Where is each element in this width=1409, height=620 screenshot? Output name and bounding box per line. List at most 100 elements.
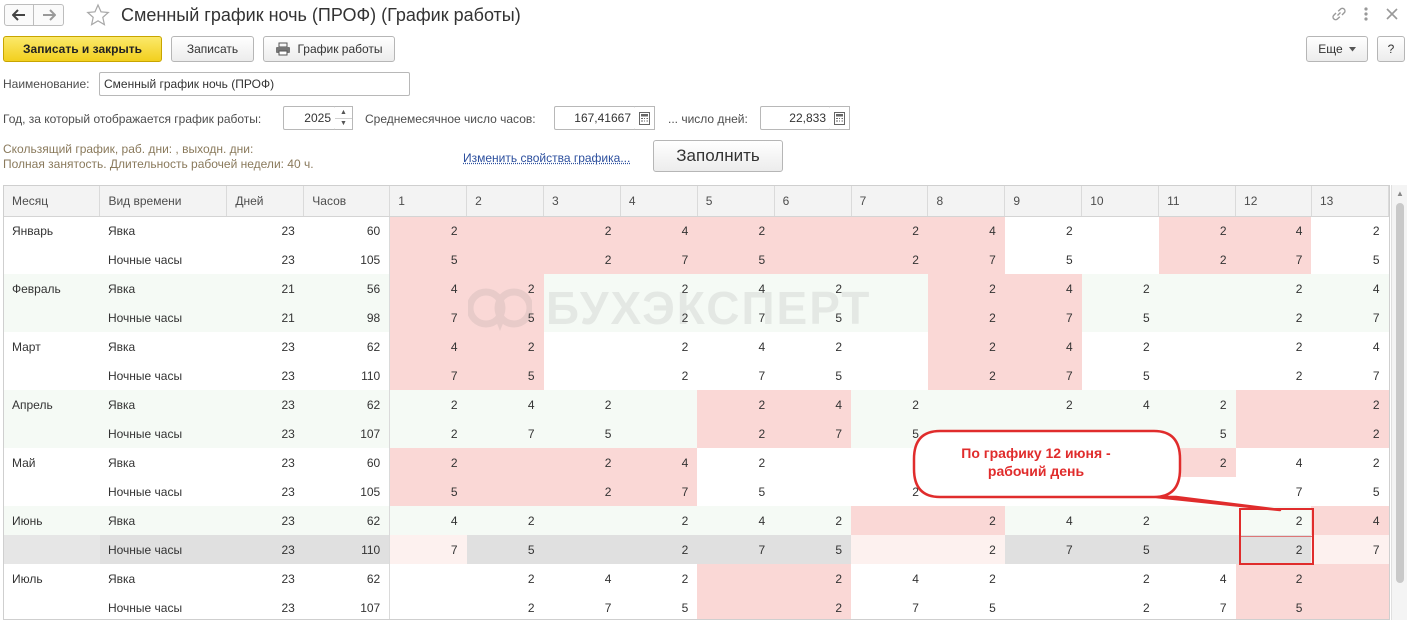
day-cell[interactable]: 2	[1311, 448, 1389, 477]
column-header[interactable]: 11	[1158, 186, 1237, 217]
day-cell[interactable]: 7	[620, 477, 698, 506]
day-cell[interactable]	[697, 564, 775, 593]
day-cell[interactable]: 7	[927, 245, 1005, 274]
hours-cell[interactable]: 56	[303, 274, 391, 303]
day-cell[interactable]: 5	[774, 303, 852, 332]
day-cell[interactable]	[1158, 506, 1236, 535]
day-cell[interactable]: 4	[1235, 216, 1312, 245]
day-cell[interactable]: 4	[1158, 564, 1236, 593]
day-cell[interactable]: 2	[697, 419, 775, 448]
column-header[interactable]: 2	[466, 186, 544, 217]
day-cell[interactable]: 4	[1004, 506, 1082, 535]
day-cell[interactable]	[1081, 477, 1159, 506]
day-cell[interactable]: 2	[1081, 332, 1159, 361]
day-cell[interactable]: 5	[1081, 303, 1159, 332]
day-cell[interactable]: 2	[1311, 216, 1389, 245]
day-cell[interactable]	[543, 361, 621, 390]
time-kind-cell[interactable]: Ночные часы	[99, 361, 227, 390]
day-cell[interactable]: 2	[543, 448, 621, 477]
table-row[interactable]: Июнь Явка 23 62 4 2 2 4 2 2 4 2 2 4	[4, 506, 1389, 535]
day-cell[interactable]: 2	[543, 245, 621, 274]
day-cell[interactable]: 4	[389, 506, 467, 535]
month-cell[interactable]	[4, 419, 100, 448]
days-cell[interactable]: 23	[226, 245, 304, 274]
schedule-table[interactable]: Месяц Вид времени Дней Часов 1 2 3 4 5 6 7 8 9 10 11 12…	[3, 185, 1390, 620]
table-row[interactable]: Ночные часы 23 105 5 2 7 5 2 7 5	[4, 477, 1389, 506]
day-cell[interactable]: 4	[697, 274, 775, 303]
save-button[interactable]: Записать	[171, 36, 254, 62]
days-cell[interactable]: 23	[226, 564, 304, 593]
table-row[interactable]: Ночные часы 23 105 5 2 7 5 2 7 5 2 7 5	[4, 245, 1389, 274]
year-input[interactable]	[283, 106, 336, 130]
month-cell[interactable]	[4, 303, 100, 332]
day-cell[interactable]: 7	[389, 361, 467, 390]
day-cell[interactable]	[466, 216, 544, 245]
day-cell[interactable]	[774, 448, 852, 477]
time-kind-cell[interactable]: Явка	[99, 216, 227, 245]
day-cell[interactable]: 4	[851, 564, 928, 593]
time-kind-cell[interactable]: Ночные часы	[99, 477, 227, 506]
month-cell[interactable]	[4, 245, 100, 274]
time-kind-cell[interactable]: Явка	[99, 506, 227, 535]
day-cell[interactable]: 4	[1235, 448, 1312, 477]
day-cell[interactable]	[1004, 564, 1082, 593]
stepper-down-icon[interactable]: ▼	[335, 119, 352, 130]
day-cell[interactable]: 2	[1235, 535, 1312, 564]
day-cell[interactable]: 2	[620, 506, 698, 535]
day-cell[interactable]: 2	[1081, 506, 1159, 535]
day-cell[interactable]: 5	[1311, 477, 1389, 506]
day-cell[interactable]	[1235, 419, 1312, 448]
days-cell[interactable]: 23	[226, 361, 304, 390]
day-cell[interactable]: 5	[774, 361, 852, 390]
scroll-up-icon[interactable]: ▲	[1392, 189, 1408, 198]
day-cell[interactable]: 5	[697, 477, 775, 506]
time-kind-cell[interactable]: Явка	[99, 564, 227, 593]
day-cell[interactable]	[1004, 477, 1082, 506]
hours-cell[interactable]: 62	[303, 506, 391, 535]
day-cell[interactable]: 2	[543, 390, 621, 419]
day-cell[interactable]: 2	[620, 332, 698, 361]
day-cell[interactable]	[1158, 274, 1236, 303]
day-cell[interactable]: 7	[697, 303, 775, 332]
day-cell[interactable]: 4	[697, 332, 775, 361]
column-header[interactable]: 9	[1004, 186, 1083, 217]
calculator-button[interactable]	[635, 106, 655, 130]
day-cell[interactable]	[466, 477, 544, 506]
hours-cell[interactable]: 105	[303, 245, 391, 274]
day-cell[interactable]: 7	[1311, 535, 1389, 564]
column-header[interactable]: 6	[774, 186, 852, 217]
days-cell[interactable]: 23	[226, 419, 304, 448]
table-row[interactable]: Май Явка 23 60 2 2 4 2 2 4 2	[4, 448, 1389, 477]
days-cell[interactable]: 23	[226, 535, 304, 564]
days-cell[interactable]: 23	[226, 593, 304, 619]
day-cell[interactable]: 2	[851, 477, 928, 506]
day-cell[interactable]	[851, 506, 928, 535]
day-cell[interactable]	[851, 332, 928, 361]
day-cell[interactable]: 7	[543, 593, 621, 619]
table-row[interactable]: Ночные часы 21 98 7 5 2 7 5 2 7 5 2 7	[4, 303, 1389, 332]
day-cell[interactable]	[620, 390, 698, 419]
hours-cell[interactable]: 107	[303, 419, 391, 448]
time-kind-cell[interactable]: Явка	[99, 448, 227, 477]
day-cell[interactable]: 5	[389, 245, 467, 274]
day-cell[interactable]	[620, 419, 698, 448]
day-cell[interactable]	[1004, 593, 1082, 619]
day-cell[interactable]: 2	[389, 390, 467, 419]
day-cell[interactable]: 4	[1311, 332, 1389, 361]
time-kind-cell[interactable]: Явка	[99, 332, 227, 361]
time-kind-cell[interactable]: Ночные часы	[99, 303, 227, 332]
day-cell[interactable]	[774, 216, 852, 245]
day-cell[interactable]: 4	[543, 564, 621, 593]
day-cell[interactable]: 5	[1311, 245, 1389, 274]
day-cell[interactable]: 2	[1081, 564, 1159, 593]
day-cell[interactable]: 4	[927, 216, 1005, 245]
column-header[interactable]: Часов	[303, 186, 391, 217]
day-cell[interactable]: 2	[1311, 419, 1389, 448]
day-cell[interactable]: 7	[851, 593, 928, 619]
day-cell[interactable]	[543, 506, 621, 535]
day-cell[interactable]: 5	[1004, 245, 1082, 274]
column-header[interactable]: 8	[927, 186, 1006, 217]
column-header[interactable]: Вид времени	[99, 186, 228, 217]
days-cell[interactable]: 23	[226, 390, 304, 419]
day-cell[interactable]: 4	[1081, 390, 1159, 419]
